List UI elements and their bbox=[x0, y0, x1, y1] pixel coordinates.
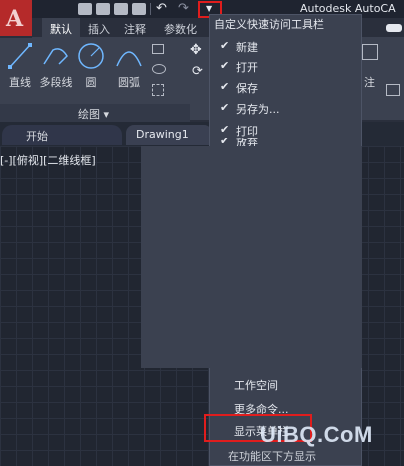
app-logo[interactable]: A bbox=[0, 0, 32, 36]
chevron-down-icon[interactable]: ▼ bbox=[206, 5, 214, 13]
menu-item-label: 另存为... bbox=[236, 103, 280, 116]
tab-annotate[interactable]: 注释 bbox=[124, 21, 146, 37]
menu-item-open[interactable]: ✔ 打开 bbox=[210, 56, 360, 76]
checkmark-icon: ✔ bbox=[220, 80, 230, 93]
new-file-icon[interactable] bbox=[78, 3, 92, 15]
line-tool-label: 直线 bbox=[9, 76, 31, 89]
separator bbox=[150, 3, 151, 15]
menu-item-print[interactable]: ✔ 打印 bbox=[210, 120, 360, 140]
circle-tool-label: 圆 bbox=[85, 76, 97, 89]
watermark: UiBQ.CoM bbox=[260, 422, 373, 447]
table-tool-icon[interactable] bbox=[386, 84, 400, 96]
circle-icon bbox=[78, 43, 104, 69]
menu-item-save-as[interactable]: ✔ 另存为... bbox=[210, 98, 360, 118]
menu-item-label: 工作空间 bbox=[234, 379, 278, 392]
checkmark-icon: ✔ bbox=[220, 138, 230, 146]
viewport-controls-label[interactable]: [-][俯视][二维线框] bbox=[0, 152, 96, 168]
tab-parametric[interactable]: 参数化 bbox=[164, 21, 197, 37]
ellipse-tool-icon[interactable] bbox=[152, 64, 166, 74]
redo-icon[interactable]: ↷ bbox=[178, 1, 189, 16]
undo-icon[interactable]: ↶ bbox=[156, 1, 167, 16]
line-icon bbox=[8, 43, 32, 69]
menu-item-new[interactable]: ✔ 新建 bbox=[210, 36, 360, 56]
tab-default[interactable]: 默认 bbox=[42, 18, 80, 38]
tab-insert[interactable]: 插入 bbox=[88, 21, 110, 37]
polyline-icon bbox=[43, 48, 68, 65]
rectangle-tool-icon[interactable] bbox=[152, 44, 164, 54]
menu-item-below-ribbon[interactable]: 在功能区下方显示 bbox=[228, 448, 316, 464]
menu-item-undo[interactable]: ✔ 放弃 bbox=[210, 138, 360, 146]
circle-tool-button[interactable]: 圆 bbox=[76, 42, 106, 90]
annotation-panel: 注 bbox=[360, 24, 404, 104]
line-tool-button[interactable]: 直线 bbox=[4, 42, 36, 90]
tab-drawing1-label: Drawing1 bbox=[136, 128, 189, 141]
save-icon[interactable] bbox=[114, 3, 128, 15]
rotate-tool-icon[interactable]: ⟳ bbox=[192, 64, 203, 79]
checkmark-icon: ✔ bbox=[220, 39, 230, 52]
arc-icon bbox=[116, 51, 142, 67]
menu-title: 自定义快速访问工具栏 bbox=[214, 18, 324, 31]
menu-item-label: 新建 bbox=[236, 41, 258, 54]
print-icon[interactable] bbox=[132, 3, 146, 15]
menu-item-save[interactable]: ✔ 保存 bbox=[210, 77, 360, 97]
menu-panel bbox=[141, 146, 362, 368]
menu-item-label: 保存 bbox=[236, 82, 258, 95]
move-tool-icon[interactable]: ✥ bbox=[190, 42, 202, 58]
arc-tool-label: 圆弧 bbox=[118, 76, 140, 89]
draw-panel-label[interactable]: 绘图 ▾ bbox=[78, 106, 109, 122]
menu-item-label: 打印 bbox=[236, 125, 258, 138]
menu-item-label: 打开 bbox=[236, 61, 258, 74]
annotate-tool-label: 注 bbox=[364, 76, 375, 89]
menu-item-label: 放弃 bbox=[236, 138, 258, 146]
tab-start-label: 开始 bbox=[26, 130, 48, 143]
arc-tool-button[interactable]: 圆弧 bbox=[112, 42, 146, 90]
open-file-icon[interactable] bbox=[96, 3, 110, 15]
checkmark-icon: ✔ bbox=[220, 59, 230, 72]
autocad-logo-icon: A bbox=[6, 6, 24, 32]
polyline-tool-label: 多段线 bbox=[39, 76, 73, 89]
title-bar-button[interactable] bbox=[386, 24, 402, 32]
tab-start[interactable]: 开始 bbox=[2, 125, 122, 145]
tab-drawing1[interactable]: Drawing1 bbox=[126, 125, 212, 145]
hatch-tool-icon[interactable] bbox=[152, 84, 164, 96]
menu-item-workspace[interactable]: 工作空间 bbox=[210, 374, 360, 394]
text-tool-icon[interactable] bbox=[362, 44, 378, 60]
polyline-tool-button[interactable]: 多段线 bbox=[38, 42, 74, 90]
checkmark-icon: ✔ bbox=[220, 123, 230, 136]
checkmark-icon: ✔ bbox=[220, 101, 230, 114]
